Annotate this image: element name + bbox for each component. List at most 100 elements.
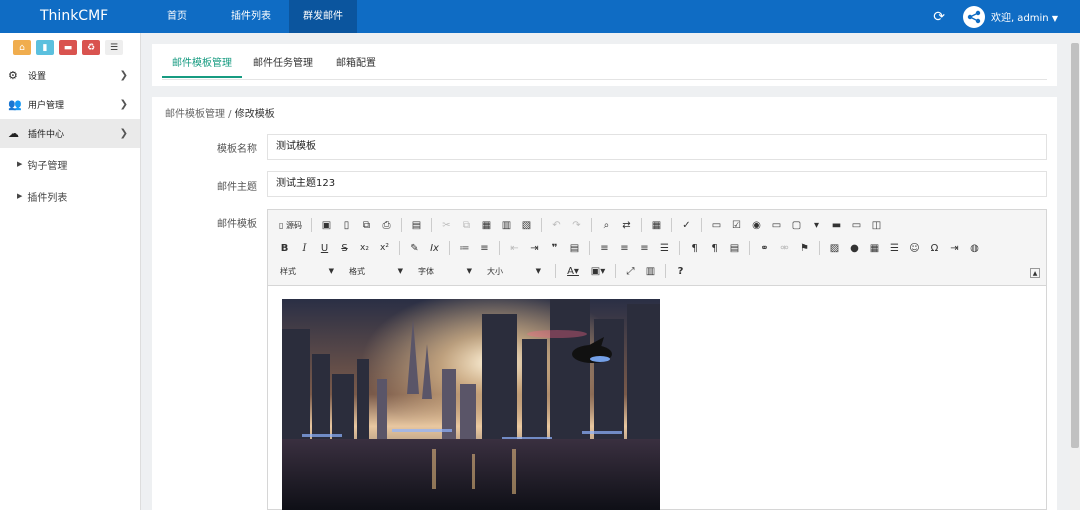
text-color-icon[interactable]: A▾ bbox=[562, 262, 584, 280]
strike-icon[interactable]: S bbox=[336, 239, 353, 257]
image-icon[interactable]: ▨ bbox=[826, 239, 843, 257]
paste-text-icon[interactable]: ▥ bbox=[498, 216, 515, 234]
tab-task-manage[interactable]: 邮件任务管理 bbox=[243, 50, 323, 78]
checkbox-icon[interactable]: ☑ bbox=[728, 216, 745, 234]
trash-button[interactable]: ▬ bbox=[59, 40, 77, 55]
ltr-icon[interactable]: ¶ bbox=[686, 239, 703, 257]
toolbar-collapse-icon[interactable]: ▲ bbox=[1030, 268, 1040, 278]
page-break-icon[interactable]: ⇥ bbox=[946, 239, 963, 257]
align-justify-icon[interactable]: ☰ bbox=[656, 239, 673, 257]
flash-icon[interactable]: ● bbox=[846, 239, 863, 257]
sidebar-subitem-plugins[interactable]: ▶ 插件列表 bbox=[0, 180, 140, 212]
content-image bbox=[282, 299, 660, 510]
nav-home[interactable]: 首页 bbox=[153, 0, 201, 33]
numbered-list-icon[interactable]: ≔ bbox=[456, 239, 473, 257]
tab-mailbox-config[interactable]: 邮箱配置 bbox=[326, 50, 386, 78]
avatar[interactable] bbox=[962, 5, 985, 28]
anchor-flag-icon[interactable]: ⚑ bbox=[796, 239, 813, 257]
preview-icon[interactable]: ⧉ bbox=[358, 216, 375, 234]
help-icon[interactable]: ? bbox=[672, 262, 689, 280]
indent-icon[interactable]: ⇥ bbox=[526, 239, 543, 257]
file-button[interactable]: ▮ bbox=[36, 40, 54, 55]
bold-icon[interactable]: B bbox=[276, 239, 293, 257]
sidebar-item-users[interactable]: 👥 用户管理 ❯ bbox=[0, 90, 140, 119]
template-name-input[interactable]: 测试模板 bbox=[267, 134, 1047, 160]
align-right-icon[interactable]: ≡ bbox=[636, 239, 653, 257]
gears-icon: ⚙ bbox=[8, 69, 18, 82]
spellcheck-icon[interactable]: ✓ bbox=[678, 216, 695, 234]
radio-icon[interactable]: ◉ bbox=[748, 216, 765, 234]
copy-icon[interactable]: ⧉ bbox=[458, 216, 475, 234]
sidebar-subitem-hooks[interactable]: ▶ 钩子管理 bbox=[0, 148, 140, 180]
sidebar-item-settings[interactable]: ⚙ 设置 ❯ bbox=[0, 61, 140, 90]
textarea-icon[interactable]: ▢ bbox=[788, 216, 805, 234]
textfield-icon[interactable]: ▭ bbox=[768, 216, 785, 234]
align-center-icon[interactable]: ≡ bbox=[616, 239, 633, 257]
align-left-icon[interactable]: ≡ bbox=[596, 239, 613, 257]
source-button[interactable]: ▯ 源码 bbox=[276, 216, 305, 234]
toolbar-separator bbox=[555, 264, 556, 278]
scrollbar-thumb[interactable] bbox=[1071, 43, 1079, 448]
trash-icon: ▬ bbox=[63, 42, 73, 53]
hidden-field-icon[interactable]: ◫ bbox=[868, 216, 885, 234]
nav-mass-mail[interactable]: 群发邮件 bbox=[289, 0, 357, 33]
language-icon[interactable]: ▤ bbox=[726, 239, 743, 257]
brand-logo[interactable]: ThinkCMF bbox=[40, 8, 108, 24]
replace-icon[interactable]: ⇄ bbox=[618, 216, 635, 234]
special-char-icon[interactable]: Ω bbox=[926, 239, 943, 257]
font-combo[interactable]: 字体 ▼ bbox=[414, 263, 476, 280]
div-container-icon[interactable]: ▤ bbox=[566, 239, 583, 257]
unlink-icon[interactable]: ⚮ bbox=[776, 239, 793, 257]
templates-icon[interactable]: ▤ bbox=[408, 216, 425, 234]
breadcrumb-parent[interactable]: 邮件模板管理 bbox=[165, 109, 225, 120]
underline-icon[interactable]: U bbox=[316, 239, 333, 257]
link-icon[interactable]: ⚭ bbox=[756, 239, 773, 257]
format-combo[interactable]: 格式 ▼ bbox=[345, 263, 407, 280]
recycle-button[interactable]: ♻ bbox=[82, 40, 100, 55]
blockquote-icon[interactable]: ❞ bbox=[546, 239, 563, 257]
nav-plugin-list[interactable]: 插件列表 bbox=[217, 0, 285, 33]
select-all-icon[interactable]: ▦ bbox=[648, 216, 665, 234]
styles-combo[interactable]: 样式 ▼ bbox=[276, 263, 338, 280]
form-icon[interactable]: ▭ bbox=[708, 216, 725, 234]
user-menu[interactable]: 欢迎, admin ▼ bbox=[991, 9, 1058, 24]
superscript-icon[interactable]: x² bbox=[376, 239, 393, 257]
table-icon[interactable]: ▦ bbox=[866, 239, 883, 257]
save-icon[interactable]: ▣ bbox=[318, 216, 335, 234]
sidebar-item-plugin-center[interactable]: ☁ 插件中心 ❯ bbox=[0, 119, 140, 148]
mail-subject-input[interactable]: 测试主题123 bbox=[267, 171, 1047, 197]
rich-text-editor[interactable]: ▯ 源码 ▣ ▯ ⧉ ⎙ ▤ ✂ ⧉ ▦ ▥ ▧ ↶ ↷ ⌕ ⇄ ▦ ✓ ▭ ☑… bbox=[267, 209, 1047, 510]
outdent-icon[interactable]: ⇤ bbox=[506, 239, 523, 257]
redo-icon[interactable]: ↷ bbox=[568, 216, 585, 234]
page-scrollbar[interactable] bbox=[1070, 33, 1080, 510]
tab-template-manage[interactable]: 邮件模板管理 bbox=[162, 50, 242, 78]
copy-format-icon[interactable]: ✎ bbox=[406, 239, 423, 257]
select-field-icon[interactable]: ▾ bbox=[808, 216, 825, 234]
mail-subject-label: 邮件主题 bbox=[217, 182, 257, 193]
print-icon[interactable]: ⎙ bbox=[378, 216, 395, 234]
iframe-globe-icon[interactable]: ◍ bbox=[966, 239, 983, 257]
subscript-icon[interactable]: x₂ bbox=[356, 239, 373, 257]
button-field-icon[interactable]: ▬ bbox=[828, 216, 845, 234]
find-icon[interactable]: ⌕ bbox=[598, 216, 615, 234]
home-icon: ⌂ bbox=[19, 42, 25, 53]
paste-icon[interactable]: ▦ bbox=[478, 216, 495, 234]
home-button[interactable]: ⌂ bbox=[13, 40, 31, 55]
maximize-icon[interactable]: ⤢ bbox=[622, 262, 639, 280]
refresh-icon[interactable]: ⟳ bbox=[933, 9, 945, 25]
cut-icon[interactable]: ✂ bbox=[438, 216, 455, 234]
list-button[interactable]: ☰ bbox=[105, 40, 123, 55]
italic-icon[interactable]: I bbox=[296, 239, 313, 257]
bg-color-icon[interactable]: ▣▾ bbox=[587, 262, 609, 280]
rtl-icon[interactable]: ¶ bbox=[706, 239, 723, 257]
remove-format-icon[interactable]: Ix bbox=[426, 239, 443, 257]
show-blocks-icon[interactable]: ▥ bbox=[642, 262, 659, 280]
image-button-icon[interactable]: ▭ bbox=[848, 216, 865, 234]
paste-word-icon[interactable]: ▧ bbox=[518, 216, 535, 234]
undo-icon[interactable]: ↶ bbox=[548, 216, 565, 234]
horizontal-rule-icon[interactable]: ☰ bbox=[886, 239, 903, 257]
bulleted-list-icon[interactable]: ≡ bbox=[476, 239, 493, 257]
new-page-icon[interactable]: ▯ bbox=[338, 216, 355, 234]
smiley-icon[interactable]: ☺ bbox=[906, 239, 923, 257]
size-combo[interactable]: 大小 ▼ bbox=[483, 263, 545, 280]
